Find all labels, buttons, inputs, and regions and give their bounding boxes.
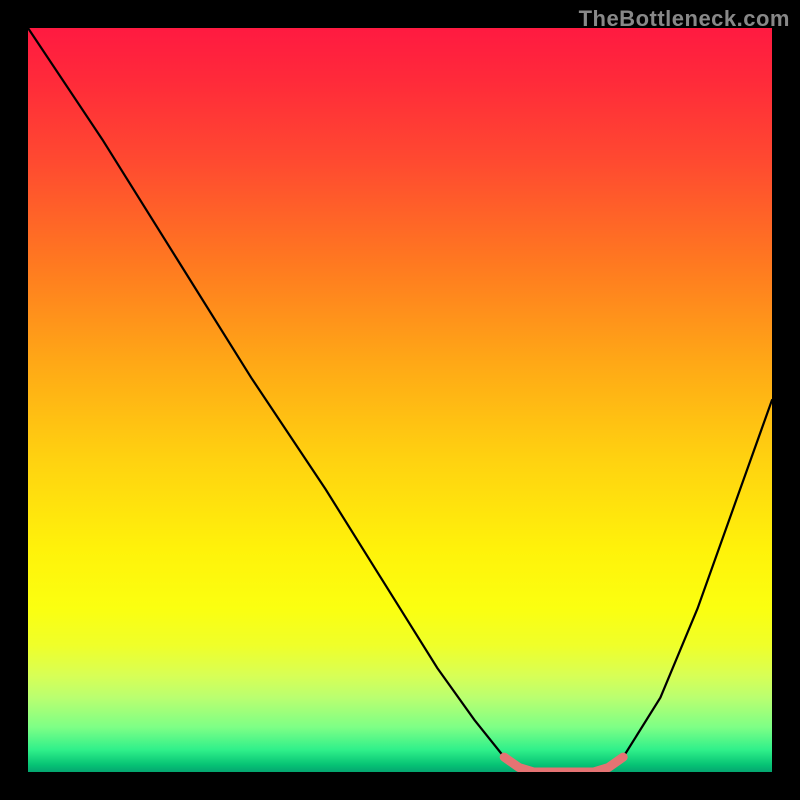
watermark-text: TheBottleneck.com xyxy=(579,6,790,32)
optimal-range-marker xyxy=(504,757,623,772)
plot-area xyxy=(28,28,772,772)
bottleneck-curve xyxy=(28,28,772,772)
chart-frame: TheBottleneck.com xyxy=(0,0,800,800)
curve-svg xyxy=(28,28,772,772)
